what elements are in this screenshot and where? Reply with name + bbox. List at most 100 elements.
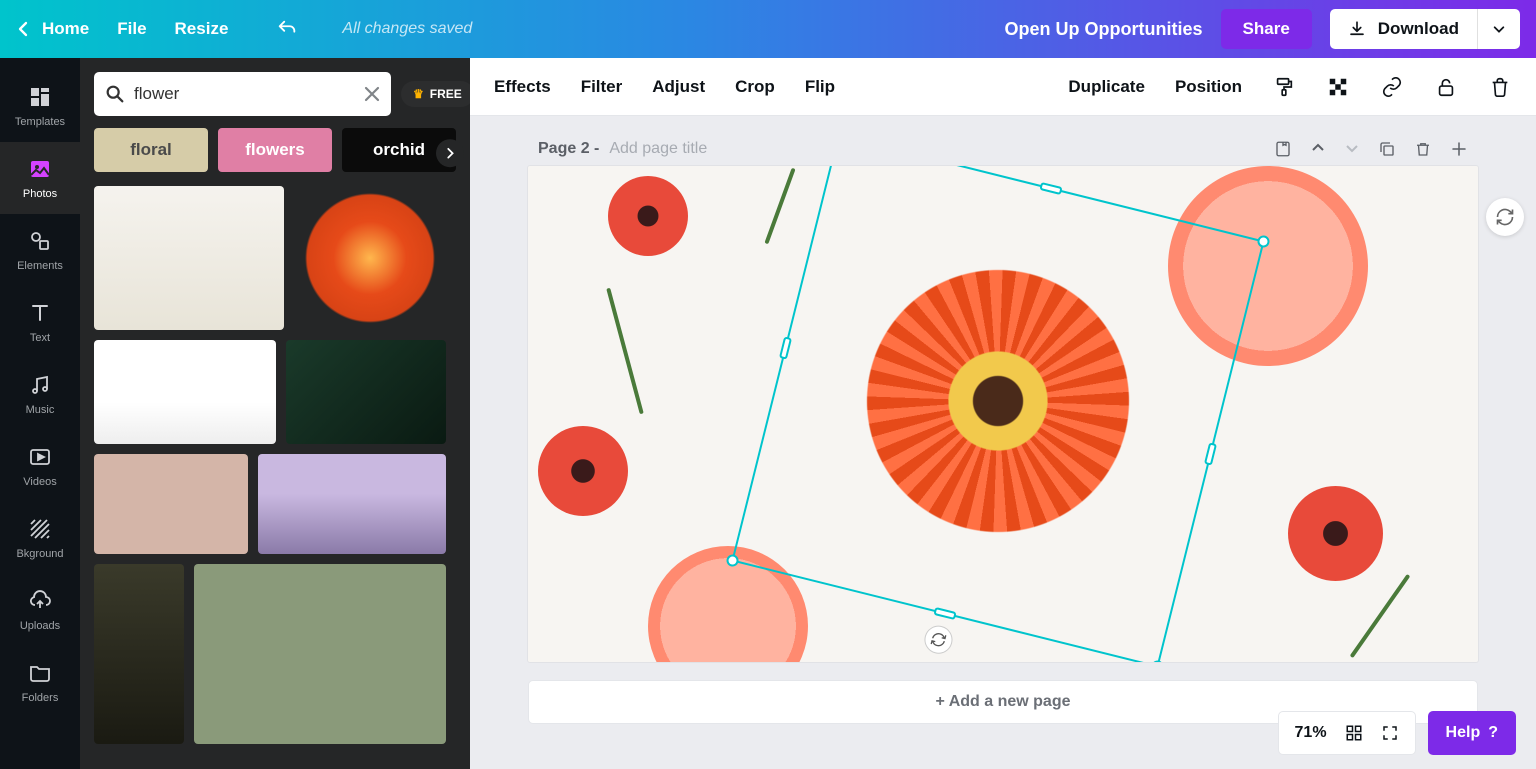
fullscreen-button[interactable] — [1381, 724, 1399, 742]
left-nav: Templates Photos Elements Text Music Vid… — [0, 58, 80, 769]
home-label: Home — [42, 19, 89, 39]
filter-button[interactable]: Filter — [581, 77, 623, 97]
duplicate-button[interactable]: Duplicate — [1068, 77, 1145, 97]
filter-next-button[interactable] — [436, 139, 464, 167]
page-number-label: Page 2 - — [538, 140, 599, 158]
open-opportunities-button[interactable]: Open Up Opportunities — [1005, 19, 1203, 40]
paint-roller-icon — [1273, 76, 1295, 98]
elements-icon — [27, 228, 53, 254]
bg-stem — [1350, 574, 1411, 658]
share-button[interactable]: Share — [1221, 9, 1312, 49]
photos-panel: ♛ FREE floral flowers orchid — [80, 58, 470, 769]
resize-handle-n[interactable] — [1039, 182, 1062, 195]
page-down-button[interactable] — [1344, 140, 1360, 158]
page-delete-button[interactable] — [1414, 140, 1432, 158]
crop-button[interactable]: Crop — [735, 77, 775, 97]
refresh-icon — [1495, 207, 1515, 227]
bkground-icon — [27, 516, 53, 542]
link-icon — [1381, 76, 1403, 98]
nav-music[interactable]: Music — [0, 358, 80, 430]
rotate-icon — [929, 630, 948, 649]
chevron-down-icon — [1344, 140, 1360, 156]
search-icon — [104, 83, 126, 105]
chevron-down-icon — [1492, 22, 1506, 36]
bg-flower — [608, 176, 688, 256]
nav-templates[interactable]: Templates — [0, 70, 80, 142]
grid-icon — [1345, 724, 1363, 742]
file-menu[interactable]: File — [117, 19, 146, 39]
search-input[interactable] — [134, 84, 355, 104]
top-bar: Home File Resize All changes saved Open … — [0, 0, 1536, 58]
filter-chip-floral[interactable]: floral — [94, 128, 208, 172]
bg-stem — [606, 288, 644, 415]
photo-thumb[interactable] — [94, 340, 276, 444]
home-button[interactable]: Home — [16, 19, 89, 39]
nav-bkground[interactable]: Bkground — [0, 502, 80, 574]
grid-view-button[interactable] — [1345, 724, 1363, 742]
nav-uploads[interactable]: Uploads — [0, 574, 80, 646]
format-painter-button[interactable] — [1272, 75, 1296, 99]
nav-text[interactable]: Text — [0, 286, 80, 358]
nav-folders[interactable]: Folders — [0, 646, 80, 718]
photo-thumb[interactable] — [94, 186, 284, 330]
photo-thumb[interactable] — [194, 564, 446, 744]
music-icon — [27, 372, 53, 398]
position-button[interactable]: Position — [1175, 77, 1242, 97]
rotate-handle[interactable] — [922, 623, 956, 657]
text-icon — [27, 300, 53, 326]
trash-icon — [1489, 76, 1511, 98]
page-copy-button[interactable] — [1378, 140, 1396, 158]
bg-stem — [764, 168, 795, 245]
copy-icon — [1378, 140, 1396, 158]
chevron-right-icon — [443, 146, 457, 160]
photo-thumb[interactable] — [94, 564, 184, 744]
help-button[interactable]: Help ? — [1428, 711, 1516, 755]
page-add-button[interactable] — [1450, 140, 1468, 158]
photo-thumb[interactable] — [286, 340, 446, 444]
nav-photos[interactable]: Photos — [0, 142, 80, 214]
search-clear-button[interactable] — [363, 85, 381, 103]
templates-icon — [27, 84, 53, 110]
resize-handle-w[interactable] — [779, 336, 792, 359]
element-selection[interactable] — [731, 166, 1264, 662]
photo-thumb[interactable] — [294, 186, 446, 330]
page-notes-button[interactable] — [1274, 140, 1292, 158]
resize-handle-s[interactable] — [933, 607, 956, 620]
crown-icon: ♛ — [413, 87, 424, 101]
link-button[interactable] — [1380, 75, 1404, 99]
resize-handle-se[interactable] — [1150, 659, 1165, 662]
selected-flower-image — [765, 168, 1230, 633]
canvas-page[interactable] — [528, 166, 1478, 662]
question-icon: ? — [1488, 724, 1498, 742]
nav-videos[interactable]: Videos — [0, 430, 80, 502]
resize-handle-e[interactable] — [1204, 442, 1217, 465]
photo-thumb[interactable] — [94, 454, 248, 554]
folders-icon — [27, 660, 53, 686]
zoom-value[interactable]: 71% — [1295, 724, 1327, 742]
transparency-button[interactable] — [1326, 75, 1350, 99]
adjust-button[interactable]: Adjust — [652, 77, 705, 97]
editor-area: Effects Filter Adjust Crop Flip Duplicat… — [470, 58, 1536, 769]
bg-flower — [538, 426, 628, 516]
page-header-row: Page 2 - Add page title — [528, 136, 1478, 166]
effects-button[interactable]: Effects — [494, 77, 551, 97]
resize-menu[interactable]: Resize — [175, 19, 229, 39]
lock-button[interactable] — [1434, 75, 1458, 99]
filter-chip-flowers[interactable]: flowers — [218, 128, 332, 172]
free-filter-badge[interactable]: ♛ FREE — [401, 81, 474, 107]
undo-button[interactable] — [276, 18, 298, 40]
download-more-button[interactable] — [1477, 9, 1520, 49]
undo-icon — [276, 18, 298, 40]
sync-button[interactable] — [1486, 198, 1524, 236]
delete-button[interactable] — [1488, 75, 1512, 99]
lock-icon — [1435, 76, 1457, 98]
download-button[interactable]: Download — [1330, 9, 1477, 49]
chevron-up-icon — [1310, 140, 1326, 156]
photo-thumb[interactable] — [258, 454, 446, 554]
flip-button[interactable]: Flip — [805, 77, 835, 97]
page-title-input[interactable]: Add page title — [609, 140, 707, 158]
page-up-button[interactable] — [1310, 140, 1326, 158]
nav-elements[interactable]: Elements — [0, 214, 80, 286]
filter-chips-row: floral flowers orchid — [80, 126, 470, 186]
chevron-left-icon — [16, 21, 32, 37]
